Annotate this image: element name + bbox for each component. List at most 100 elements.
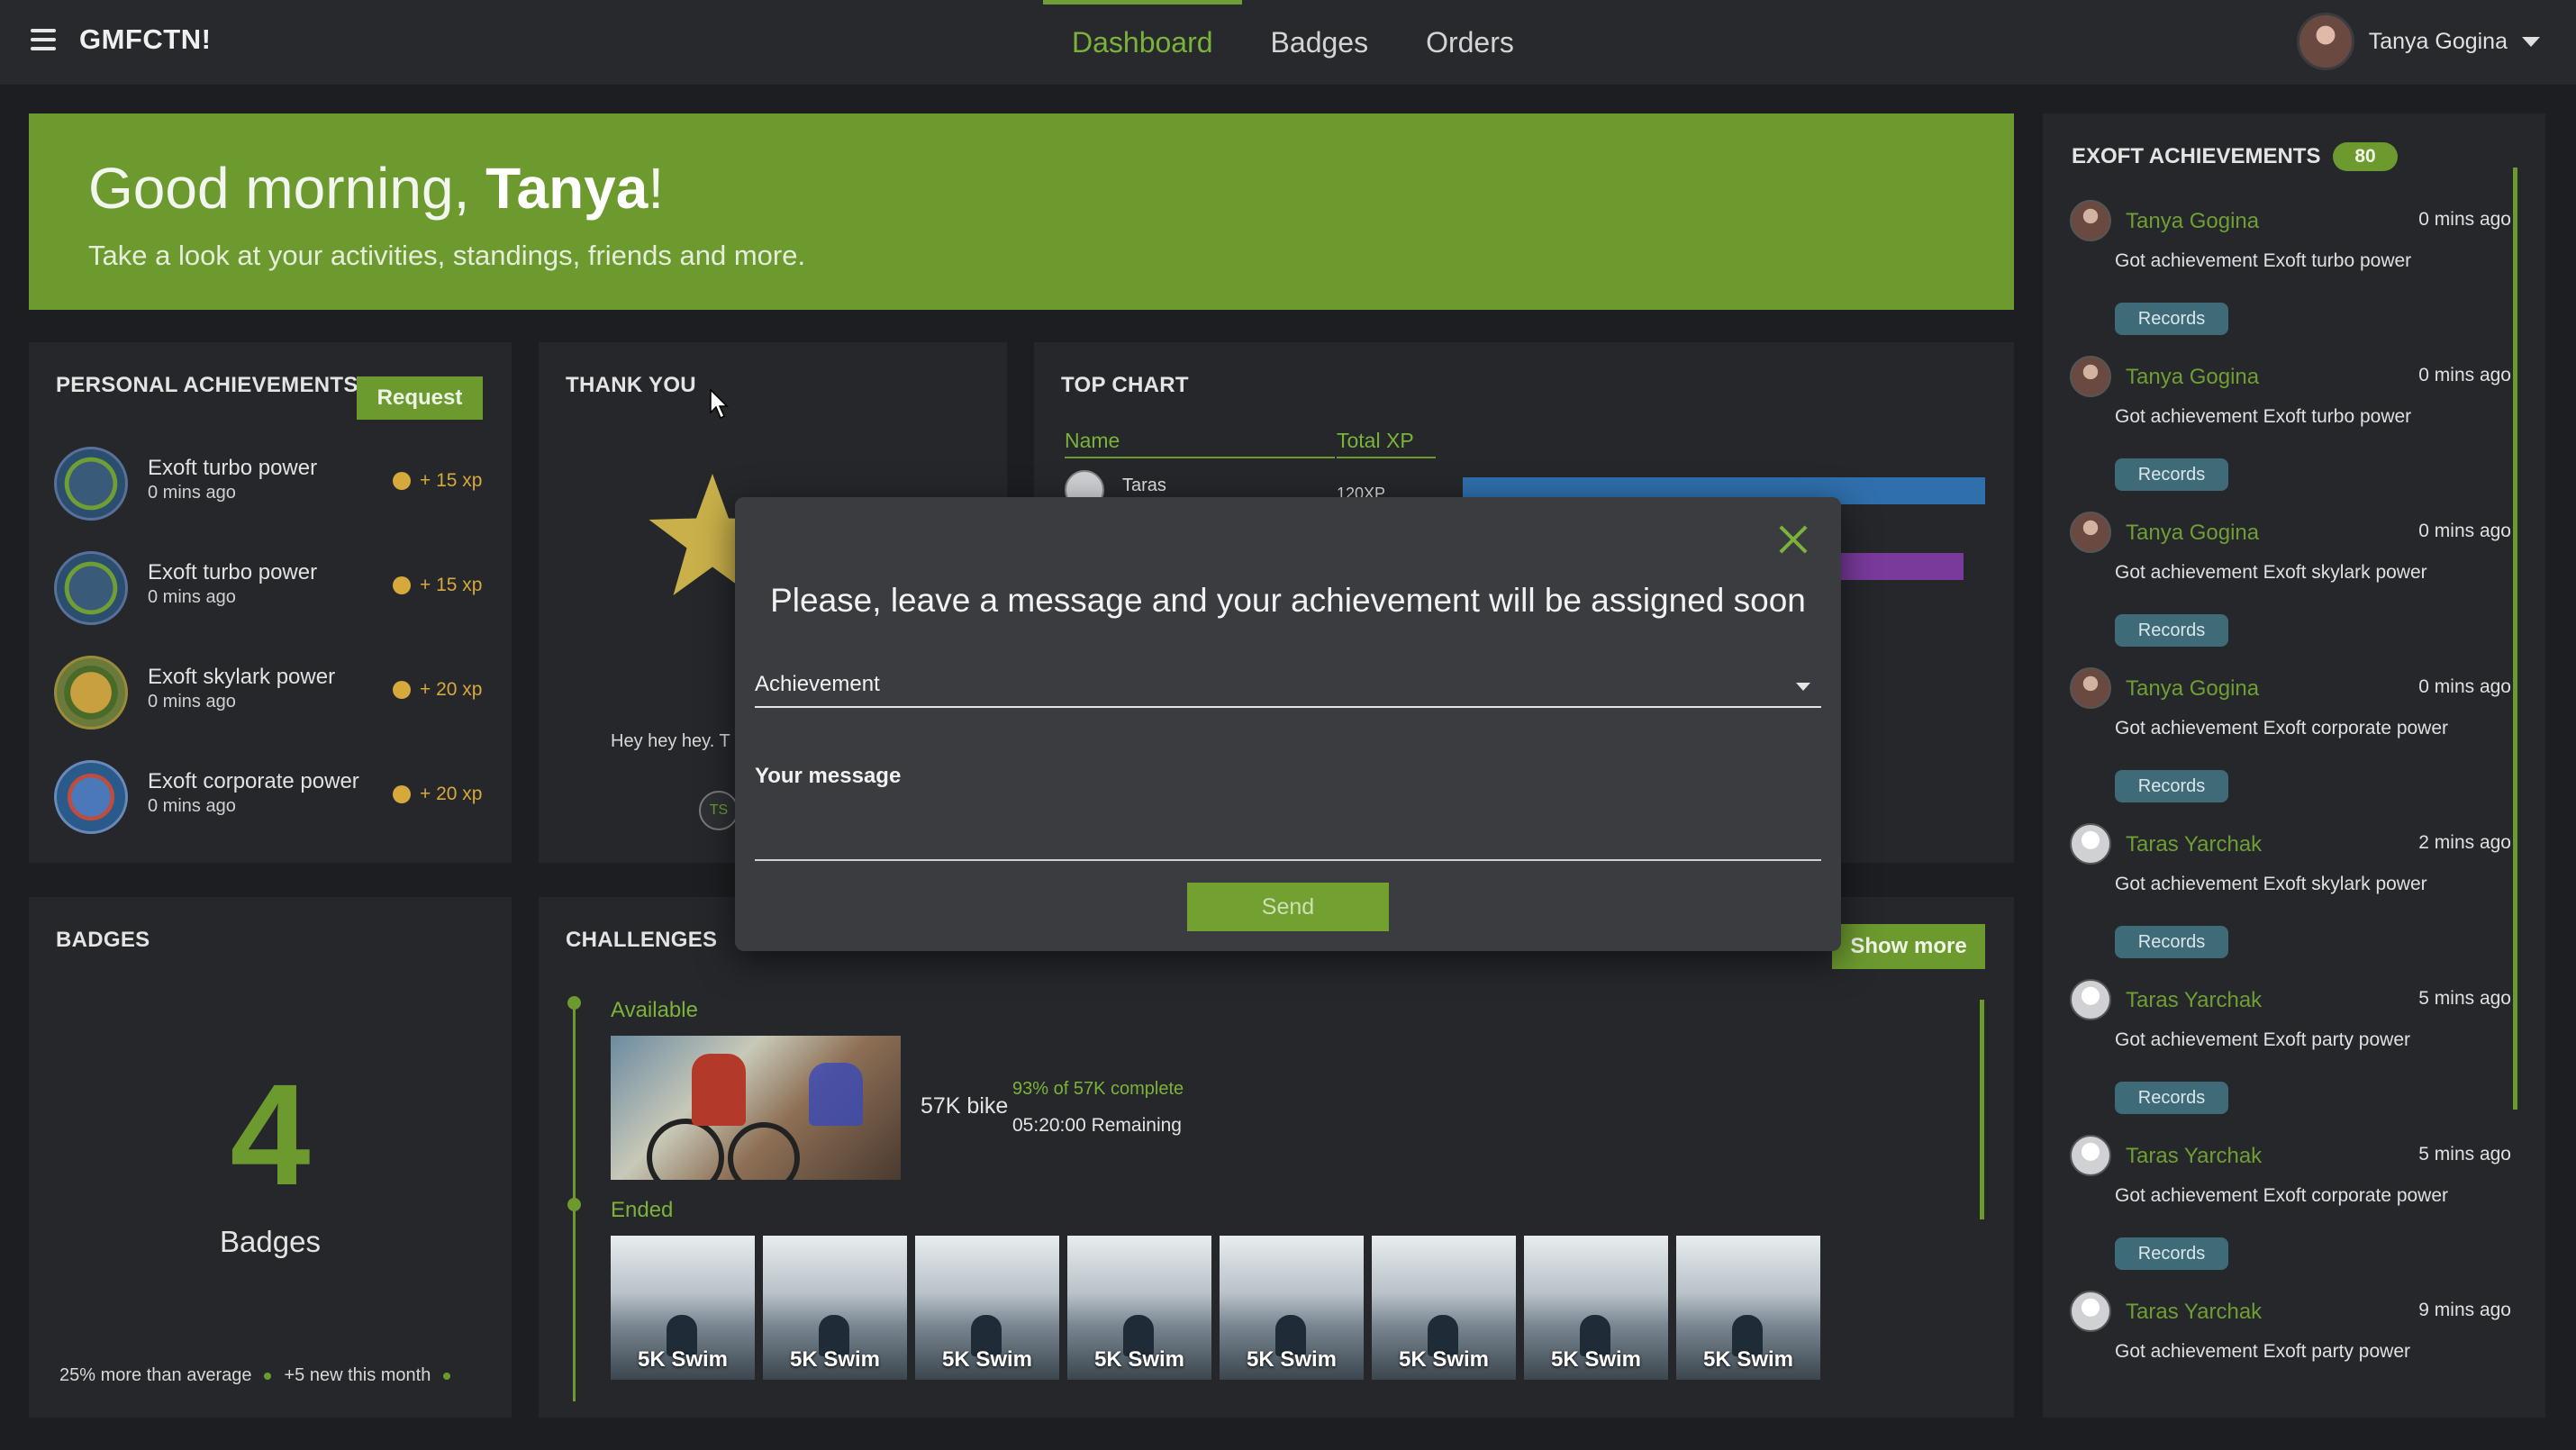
xp-label: + 20 xp xyxy=(393,784,482,805)
feed-text: Got achievement Exoft party power xyxy=(2115,1341,2410,1362)
close-icon[interactable] xyxy=(1778,524,1809,555)
feed-user-name[interactable]: Taras Yarchak xyxy=(2126,988,2262,1013)
ended-challenge-card[interactable]: 5K Swim xyxy=(1524,1236,1668,1380)
available-label: Available xyxy=(611,998,698,1022)
top-navbar: GMFCTN! Dashboard Badges Orders Tanya Go… xyxy=(0,0,2576,85)
feed-avatar xyxy=(2070,823,2111,865)
badges-footer: 25% more than average +5 new this month xyxy=(59,1365,451,1386)
ended-challenge-card[interactable]: 5K Swim xyxy=(1220,1236,1364,1380)
feed-count-badge: 80 xyxy=(2333,142,2398,171)
achievement-time: 0 mins ago xyxy=(148,796,236,816)
feed-avatar xyxy=(2070,356,2111,397)
user-menu[interactable]: Tanya Gogina xyxy=(2296,13,2540,70)
feed-text: Got achievement Exoft corporate power xyxy=(2115,718,2449,739)
xp-label: + 15 xp xyxy=(393,470,482,492)
timeline-dot xyxy=(567,996,581,1010)
feed-item: Taras Yarchak 5 mins ago Got achievement… xyxy=(2070,1135,2511,1288)
badges-label: Badges xyxy=(220,1225,321,1258)
ended-challenge-card[interactable]: 5K Swim xyxy=(1372,1236,1516,1380)
column-header-name[interactable]: Name xyxy=(1065,429,1335,458)
message-input[interactable] xyxy=(755,794,1821,861)
xp-value: + 15 xp xyxy=(420,575,483,595)
feed-text: Got achievement Exoft party power xyxy=(2115,1029,2410,1050)
feed-user-name[interactable]: Tanya Gogina xyxy=(2126,365,2259,390)
medal-icon xyxy=(54,447,128,521)
feed-scrollbar[interactable] xyxy=(2513,168,2517,1110)
coin-icon xyxy=(393,681,411,699)
challenge-name: 57K bike xyxy=(921,1093,1009,1119)
ended-challenge-card[interactable]: 5K Swim xyxy=(1676,1236,1820,1380)
feed-time: 2 mins ago xyxy=(2418,832,2511,853)
medal-icon xyxy=(54,760,128,834)
brand-logo[interactable]: GMFCTN! xyxy=(79,23,211,56)
greeting-title: Good morning, Tanya! xyxy=(88,155,664,222)
records-button[interactable]: Records xyxy=(2115,303,2228,335)
show-more-button[interactable]: Show more xyxy=(1832,924,1985,969)
feed-user-name[interactable]: Tanya Gogina xyxy=(2126,521,2259,546)
achievement-item: Exoft turbo power 0 mins ago + 15 xp xyxy=(54,551,522,627)
feed-user-name[interactable]: Tanya Gogina xyxy=(2126,676,2259,702)
ended-challenge-label: 5K Swim xyxy=(637,1347,729,1372)
dot-icon xyxy=(443,1372,451,1380)
ended-challenge-label: 5K Swim xyxy=(1398,1347,1490,1372)
thank-you-avatar[interactable]: TS xyxy=(699,791,739,830)
feed-user-name[interactable]: Taras Yarchak xyxy=(2126,1144,2262,1169)
greeting-suffix: ! xyxy=(648,156,665,221)
achievement-name: Exoft skylark power xyxy=(148,665,336,689)
feed-item: Taras Yarchak 9 mins ago Got achievement… xyxy=(2070,1291,2511,1408)
message-label: Your message xyxy=(755,764,902,788)
feed-user-name[interactable]: Tanya Gogina xyxy=(2126,209,2259,234)
nav-badges[interactable]: Badges xyxy=(1242,0,1398,85)
menu-icon[interactable] xyxy=(31,29,56,50)
badges-compare: 25% more than average xyxy=(59,1365,252,1385)
column-header-xp[interactable]: Total XP xyxy=(1337,429,1436,458)
ended-challenge-card[interactable]: 5K Swim xyxy=(1067,1236,1211,1380)
feed-text: Got achievement Exoft corporate power xyxy=(2115,1185,2449,1206)
feed-item: Tanya Gogina 0 mins ago Got achievement … xyxy=(2070,667,2511,820)
records-button[interactable]: Records xyxy=(2115,1237,2228,1270)
records-button[interactable]: Records xyxy=(2115,770,2228,802)
feed-avatar xyxy=(2070,667,2111,709)
nav-dashboard[interactable]: Dashboard xyxy=(1043,0,1242,85)
challenges-scrollbar[interactable] xyxy=(1980,1000,1984,1219)
nav-orders[interactable]: Orders xyxy=(1397,0,1543,85)
user-name: Tanya Gogina xyxy=(2368,28,2508,54)
achievement-item: Exoft turbo power 0 mins ago + 15 xp xyxy=(54,447,522,522)
feed-user-name[interactable]: Taras Yarchak xyxy=(2126,1300,2262,1325)
exoft-achievements-panel: EXOFT ACHIEVEMENTS 80 Tanya Gogina 0 min… xyxy=(2043,113,2545,1418)
achievement-name: Exoft turbo power xyxy=(148,456,318,480)
ended-challenge-label: 5K Swim xyxy=(1246,1347,1338,1372)
badges-count: 4 xyxy=(230,1054,311,1215)
feed-item: Tanya Gogina 0 mins ago Got achievement … xyxy=(2070,356,2511,509)
request-achievement-modal: Please, leave a message and your achieve… xyxy=(735,497,1841,951)
achievement-select[interactable]: Achievement xyxy=(755,668,1821,708)
greeting-name: Tanya xyxy=(485,156,649,221)
records-button[interactable]: Records xyxy=(2115,458,2228,491)
feed-time: 5 mins ago xyxy=(2418,988,2511,1009)
request-button[interactable]: Request xyxy=(357,376,483,420)
ended-challenge-card[interactable]: 5K Swim xyxy=(611,1236,755,1380)
ended-challenge-card[interactable]: 5K Swim xyxy=(763,1236,907,1380)
records-button[interactable]: Records xyxy=(2115,926,2228,958)
achievement-name: Exoft corporate power xyxy=(148,769,359,793)
chart-row-name: Taras xyxy=(1122,476,1166,495)
challenges-title: CHALLENGES xyxy=(566,928,718,952)
feed-time: 0 mins ago xyxy=(2418,521,2511,541)
feed-avatar xyxy=(2070,979,2111,1020)
thank-you-title: THANK YOU xyxy=(566,373,696,397)
records-button[interactable]: Records xyxy=(2115,614,2228,647)
xp-label: + 20 xp xyxy=(393,679,482,701)
achievement-select-value: Achievement xyxy=(755,672,880,696)
ended-challenge-card[interactable]: 5K Swim xyxy=(915,1236,1059,1380)
records-button[interactable]: Records xyxy=(2115,1082,2228,1114)
feed-avatar xyxy=(2070,200,2111,241)
feed-avatar xyxy=(2070,512,2111,553)
feed-user-name[interactable]: Taras Yarchak xyxy=(2126,832,2262,857)
ended-challenge-label: 5K Swim xyxy=(941,1347,1033,1372)
send-button[interactable]: Send xyxy=(1187,883,1389,931)
bike-challenge-image[interactable] xyxy=(611,1036,901,1180)
feed-time: 9 mins ago xyxy=(2418,1300,2511,1320)
ended-challenge-label: 5K Swim xyxy=(789,1347,881,1372)
personal-achievements-title: PERSONAL ACHIEVEMENTS xyxy=(56,373,358,397)
ended-challenge-label: 5K Swim xyxy=(1702,1347,1794,1372)
